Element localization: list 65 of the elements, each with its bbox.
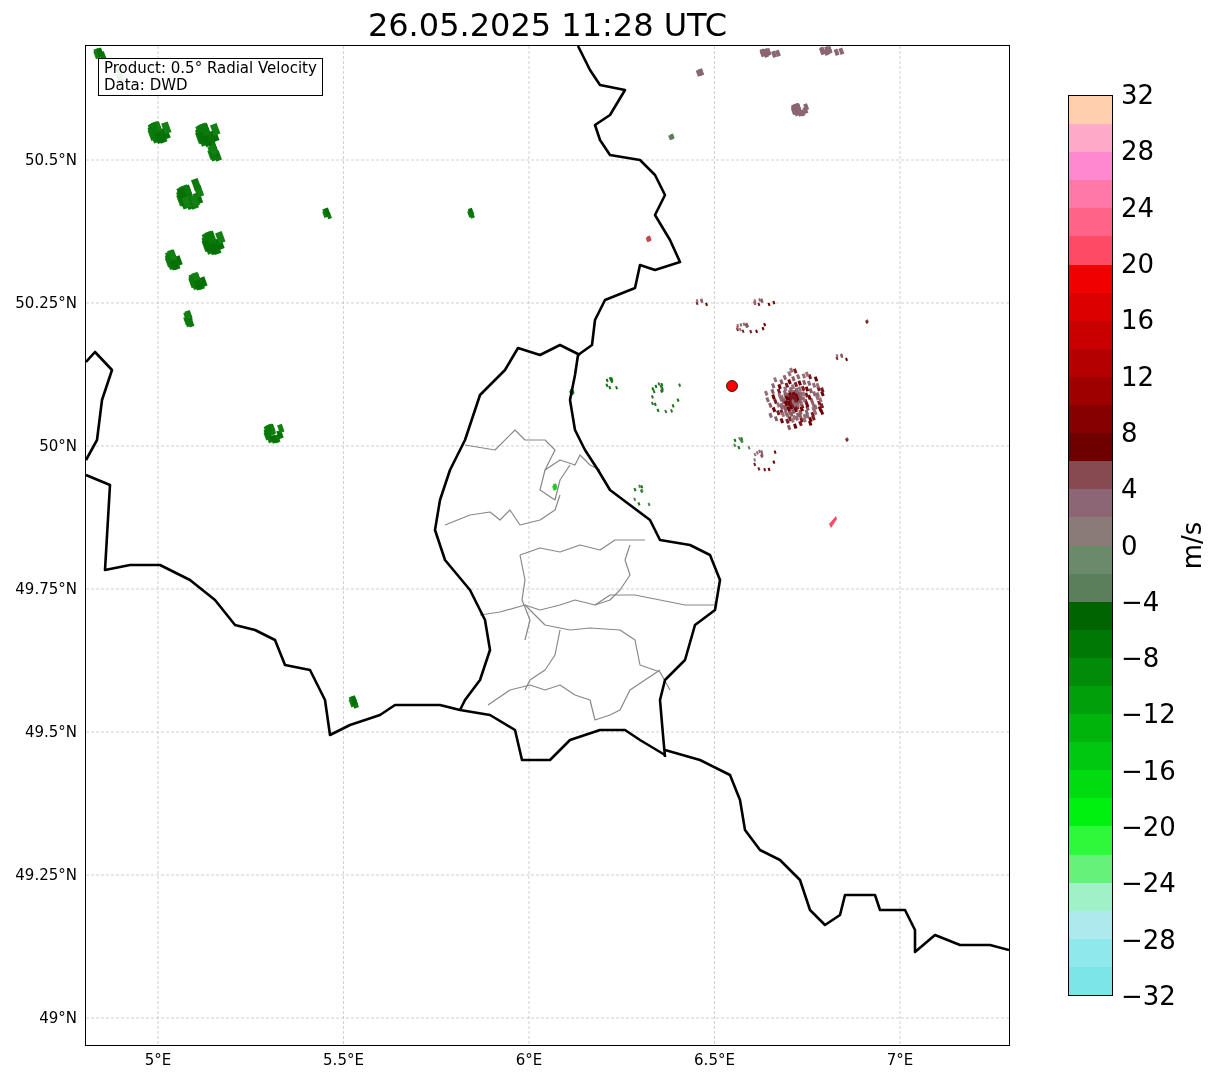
colorbar-tick-label: −8 — [1121, 643, 1160, 674]
radar-echo — [164, 249, 183, 271]
radar-echo — [263, 423, 285, 444]
radar-echo — [733, 436, 751, 450]
radar-echo — [201, 230, 226, 256]
radar-echo — [645, 235, 652, 243]
radar-echo — [835, 353, 849, 362]
colorbar-label: m/s — [1176, 521, 1209, 570]
colorbar-tick-label: −16 — [1121, 755, 1176, 786]
radar-echo — [829, 516, 837, 528]
colorbar-tick-label: 4 — [1121, 474, 1138, 505]
radar-echo — [753, 298, 776, 307]
y-tick-label: 50.5°N — [24, 151, 77, 169]
radar-echo — [759, 47, 781, 58]
colorbar-tick-label: −28 — [1121, 924, 1176, 955]
y-tick-label: 50°N — [39, 437, 77, 455]
y-tick-label: 49.25°N — [15, 866, 77, 884]
colorbar-tick-label: 8 — [1121, 417, 1138, 448]
data-source-label: Data: DWD — [104, 77, 189, 94]
radar-echo — [865, 319, 869, 324]
radar-echo — [764, 367, 825, 431]
colorbar-tick-label: −24 — [1121, 868, 1176, 899]
radar-echo — [552, 483, 558, 491]
radar-echo — [188, 272, 208, 291]
radar-echo — [605, 376, 619, 390]
chart-title: 26.05.2025 11:28 UTC — [367, 5, 728, 45]
radar-echo — [176, 177, 205, 210]
x-tick-label: 6.5°E — [694, 1051, 735, 1069]
radar-echo — [845, 437, 849, 442]
y-tick-label: 49.5°N — [24, 723, 77, 741]
x-tick-label: 5°E — [144, 1051, 172, 1069]
y-tick-label: 49°N — [39, 1009, 77, 1027]
colorbar-tick-label: −20 — [1121, 812, 1176, 843]
radar-echo — [322, 207, 332, 220]
radar-echo — [668, 133, 675, 141]
y-tick-label: 49.75°N — [15, 580, 77, 598]
radar-echo — [695, 68, 705, 77]
radar-site-marker — [726, 380, 738, 392]
colorbar-tick-label: 32 — [1121, 80, 1155, 110]
radar-echo — [790, 102, 810, 117]
radar-echo — [467, 207, 475, 219]
x-tick-label: 7°E — [886, 1051, 914, 1069]
colorbar-tick-label: −4 — [1121, 586, 1160, 617]
radar-echo — [753, 449, 777, 472]
radar-echo — [819, 46, 845, 56]
radar-echo — [348, 695, 359, 709]
colorbar-tick-label: 12 — [1121, 361, 1155, 392]
radar-echo — [147, 120, 172, 144]
colorbar-tick-label: 16 — [1121, 305, 1155, 336]
colorbar-tick-label: 24 — [1121, 192, 1155, 223]
product-label: Product: 0.5° Radial Velocity — [104, 60, 317, 77]
radar-echo — [633, 484, 651, 507]
colorbar-tick-label: 0 — [1121, 530, 1138, 561]
x-tick-label: 6°E — [515, 1051, 543, 1069]
colorbar-tick-label: 20 — [1121, 248, 1155, 279]
radar-echo — [569, 388, 575, 396]
radar-echo — [650, 382, 682, 414]
colorbar-tick-label: −12 — [1121, 699, 1176, 730]
radar-echo — [695, 298, 709, 307]
colorbar-tick-label: 28 — [1121, 136, 1155, 167]
colorbar-tick-label: −32 — [1121, 981, 1176, 1011]
radar-echo — [735, 322, 767, 334]
radar-echo — [183, 310, 195, 328]
y-tick-label: 50.25°N — [15, 294, 77, 312]
x-tick-label: 5.5°E — [323, 1051, 364, 1069]
